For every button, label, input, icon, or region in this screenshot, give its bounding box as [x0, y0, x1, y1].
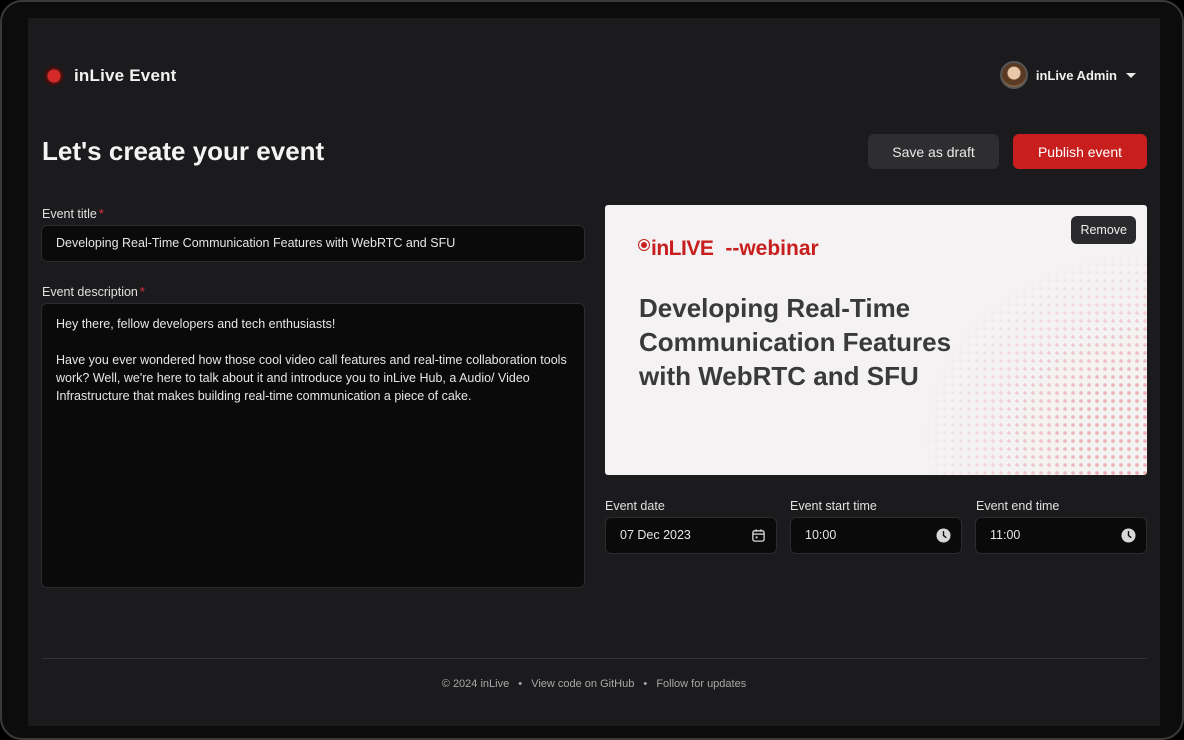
event-end-time-input[interactable]: 11:00: [975, 517, 1147, 554]
github-link[interactable]: View code on GitHub: [531, 678, 634, 690]
copyright-text: © 2024 inLive: [441, 678, 510, 690]
chevron-down-icon: [1126, 72, 1136, 78]
banner-tag: --webinar: [725, 237, 819, 260]
event-date-value: 07 Dec 2023: [620, 528, 691, 542]
footer-separator: •: [643, 678, 648, 690]
logo-dot-icon: [639, 240, 649, 250]
banner-heading: Developing Real-Time Communication Featu…: [639, 293, 952, 391]
follow-link[interactable]: Follow for updates: [656, 678, 746, 690]
footer-separator: •: [518, 678, 523, 690]
clock-icon: [1121, 528, 1136, 543]
event-end-label: Event end time: [976, 499, 1060, 513]
brand[interactable]: inLive Event: [44, 66, 177, 86]
remove-banner-button[interactable]: Remove: [1071, 216, 1136, 244]
save-draft-button[interactable]: Save as draft: [868, 134, 999, 169]
publish-event-button[interactable]: Publish event: [1013, 134, 1147, 169]
event-banner-image: inLIVE --webinar Developing Real-Time Co…: [605, 205, 1147, 475]
event-description-label: Event description *: [42, 285, 145, 299]
user-menu[interactable]: inLive Admin: [999, 61, 1136, 89]
calendar-icon: [752, 529, 765, 542]
required-mark: *: [139, 285, 145, 299]
event-title-label-text: Event title: [42, 207, 97, 221]
footer-divider: [42, 658, 1147, 659]
avatar: [999, 61, 1028, 89]
banner-logo-text: inLIVE: [651, 237, 714, 260]
event-title-label: Event title *: [42, 207, 104, 221]
event-date-input[interactable]: 07 Dec 2023: [605, 517, 777, 554]
footer: © 2024 inLive • View code on GitHub • Fo…: [28, 678, 1160, 690]
event-end-value: 11:00: [990, 528, 1021, 542]
page-title: Let's create your event: [42, 136, 325, 166]
event-title-input[interactable]: Developing Real-Time Communication Featu…: [41, 225, 585, 262]
clock-icon: [936, 528, 951, 543]
app-screen: inLive Event inLive Admin Let's create y…: [28, 18, 1160, 726]
event-start-value: 10:00: [805, 528, 837, 542]
event-start-time-input[interactable]: 10:00: [790, 517, 962, 554]
record-dot-icon: [44, 66, 64, 86]
device-frame: inLive Event inLive Admin Let's create y…: [0, 0, 1184, 740]
event-description-label-text: Event description: [42, 285, 138, 299]
banner-logo: inLIVE --webinar: [639, 237, 819, 261]
required-mark: *: [98, 207, 104, 221]
event-date-label: Event date: [605, 499, 665, 513]
event-start-label: Event start time: [790, 499, 877, 513]
event-description-textarea[interactable]: Hey there, fellow developers and tech en…: [41, 303, 585, 588]
app-name: inLive Event: [74, 66, 177, 85]
user-name: inLive Admin: [1035, 67, 1117, 83]
